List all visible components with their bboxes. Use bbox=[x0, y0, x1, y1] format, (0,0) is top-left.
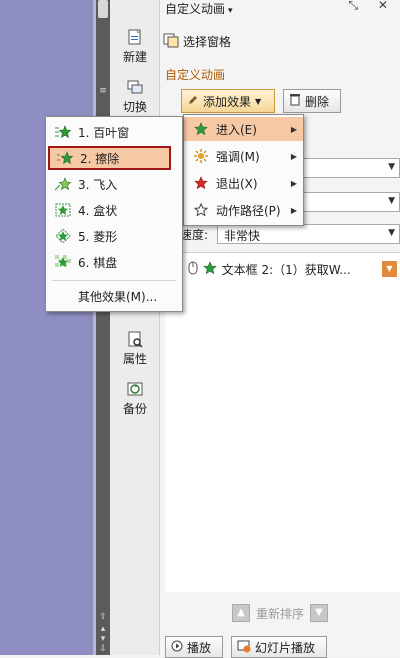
emphasis-icon bbox=[192, 148, 210, 164]
menu-item-label: 1. 百叶窗 bbox=[78, 125, 130, 140]
menu-item-label: 3. 飞入 bbox=[78, 177, 118, 192]
panel-title-text: 自定义动画 bbox=[165, 2, 226, 16]
scroll-up-icon[interactable]: ⇧ bbox=[96, 612, 110, 622]
scroll-strip[interactable] bbox=[96, 0, 110, 655]
pencil-icon bbox=[187, 94, 199, 109]
sidebar-item-label: 切换 bbox=[122, 100, 147, 114]
menu-item-label: 强调(M) bbox=[216, 149, 260, 164]
chevron-down-icon: ▼ bbox=[388, 196, 395, 206]
select-pane-button[interactable]: 选择窗格 bbox=[163, 32, 231, 50]
green-star-icon bbox=[54, 254, 72, 270]
scroll-down-icon[interactable]: ⇩ bbox=[96, 644, 110, 654]
green-star-icon bbox=[54, 228, 72, 244]
submenu-arrow-icon: ▶ bbox=[290, 151, 297, 161]
outline-star-icon bbox=[192, 202, 210, 218]
chevron-down-icon: ▼ bbox=[388, 228, 395, 238]
mouse-click-icon bbox=[188, 261, 198, 278]
panel-window-controls[interactable]: ⤡ ✕ bbox=[349, 0, 396, 13]
speed-label: 速度: bbox=[180, 228, 209, 242]
grip-icon[interactable]: ≡ bbox=[96, 86, 110, 96]
scroll-down-small-icon[interactable]: ▾ bbox=[96, 634, 110, 644]
properties-icon bbox=[126, 330, 144, 348]
menu-item-label: 其他效果(M)... bbox=[78, 289, 158, 304]
delete-button[interactable]: 删除 bbox=[283, 89, 341, 113]
green-star-icon bbox=[202, 260, 217, 278]
green-star-icon bbox=[56, 150, 74, 166]
submenu-arrow-icon: ▶ bbox=[290, 205, 297, 215]
menu-separator bbox=[52, 280, 176, 281]
play-icon bbox=[171, 640, 183, 655]
select-pane-label: 选择窗格 bbox=[183, 34, 232, 49]
menu-item-label: 5. 菱形 bbox=[78, 229, 118, 244]
sidebar-item-transition[interactable]: 切换 bbox=[112, 78, 158, 115]
green-star-icon bbox=[54, 176, 72, 192]
effect-blinds[interactable]: 1. 百叶窗 bbox=[46, 120, 182, 144]
green-star-icon bbox=[54, 202, 72, 218]
slide-canvas-area bbox=[0, 0, 96, 655]
sidebar-item-backup[interactable]: 备份 bbox=[112, 380, 158, 417]
add-effect-button[interactable]: 添加效果 ▼ bbox=[181, 89, 275, 113]
sidebar-item-new[interactable]: 新建 bbox=[112, 28, 158, 65]
effect-diamond[interactable]: 5. 菱形 bbox=[46, 224, 182, 248]
menu-item-label: 退出(X) bbox=[216, 176, 258, 191]
menu-item-emphasis[interactable]: 强调(M) ▶ bbox=[184, 144, 303, 168]
submenu-arrow-icon: ▶ bbox=[290, 178, 297, 188]
sidebar-item-label: 新建 bbox=[122, 50, 147, 64]
sidebar-item-label: 属性 bbox=[122, 352, 147, 366]
speed-select[interactable]: 非常快 ▼ bbox=[217, 224, 400, 244]
effect-box[interactable]: 4. 盒状 bbox=[46, 198, 182, 222]
slideshow-icon bbox=[237, 639, 251, 656]
transition-icon bbox=[126, 78, 144, 96]
speed-value: 非常快 bbox=[224, 229, 261, 243]
animation-item-text: 文本框 2:（1）获取W... bbox=[221, 262, 351, 277]
sidebar-item-properties[interactable]: 属性 bbox=[112, 330, 158, 367]
move-up-button[interactable]: ▲ bbox=[232, 604, 250, 622]
delete-label: 删除 bbox=[305, 94, 330, 109]
add-effect-label: 添加效果 bbox=[203, 94, 252, 109]
move-down-button[interactable]: ▼ bbox=[310, 604, 329, 622]
scroll-thumb[interactable] bbox=[98, 0, 108, 18]
menu-item-label: 2. 擦除 bbox=[80, 151, 120, 166]
menu-item-label: 4. 盒状 bbox=[78, 203, 118, 218]
panel-title[interactable]: 自定义动画 ▾ bbox=[165, 0, 233, 17]
chevron-down-icon[interactable]: ▼ bbox=[382, 261, 397, 277]
effect-category-menu: 进入(E) ▶ 强调(M) ▶ 退出(X) ▶ 动作路径(P) ▶ bbox=[183, 114, 304, 226]
submenu-arrow-icon: ▶ bbox=[290, 124, 297, 134]
reorder-controls: ▲ 重新排序 ▼ bbox=[232, 602, 329, 624]
backup-icon bbox=[126, 380, 144, 398]
chevron-down-icon: ▾ bbox=[228, 6, 233, 16]
menu-item-motion-path[interactable]: 动作路径(P) ▶ bbox=[184, 198, 303, 222]
red-star-icon bbox=[192, 175, 210, 191]
trash-icon bbox=[289, 93, 301, 109]
sidebar-item-label: 备份 bbox=[122, 402, 147, 416]
effect-checkerboard[interactable]: 6. 棋盘 bbox=[46, 250, 182, 274]
speed-field-row: 速度: 非常快 ▼ bbox=[177, 224, 400, 244]
reorder-label: 重新排序 bbox=[256, 606, 305, 621]
animation-list[interactable] bbox=[165, 252, 400, 592]
new-icon bbox=[126, 28, 144, 46]
menu-item-label: 6. 棋盘 bbox=[78, 255, 118, 270]
effect-wipe[interactable]: 2. 擦除 bbox=[48, 146, 171, 170]
scroll-up-small-icon[interactable]: ▴ bbox=[96, 624, 110, 634]
effect-more[interactable]: 其他效果(M)... bbox=[46, 284, 182, 308]
select-pane-icon bbox=[163, 32, 179, 51]
menu-item-entrance[interactable]: 进入(E) ▶ bbox=[184, 117, 303, 141]
menu-item-label: 进入(E) bbox=[216, 122, 257, 137]
entrance-effects-menu: 1. 百叶窗 2. 擦除 3. 飞入 4. 盒状 5. 菱形 6. 棋盘 其他效… bbox=[45, 116, 183, 312]
effect-fly-in[interactable]: 3. 飞入 bbox=[46, 172, 182, 196]
chevron-down-icon: ▼ bbox=[255, 96, 262, 106]
menu-item-label: 动作路径(P) bbox=[216, 203, 281, 218]
chevron-down-icon: ▼ bbox=[388, 162, 395, 172]
menu-item-exit[interactable]: 退出(X) ▶ bbox=[184, 171, 303, 195]
slideshow-label: 幻灯片播放 bbox=[255, 640, 316, 655]
green-star-icon bbox=[54, 124, 72, 140]
play-label: 播放 bbox=[187, 640, 212, 655]
green-star-icon bbox=[192, 121, 210, 137]
section-title: 自定义动画 bbox=[165, 68, 226, 82]
animation-list-item[interactable]: 1 文本框 2:（1）获取W... ▼ bbox=[175, 259, 400, 279]
